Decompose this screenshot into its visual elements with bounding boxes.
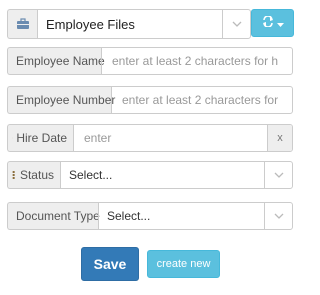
- employee-name-group: Employee Name enter at least 2 character…: [7, 47, 293, 75]
- status-group: Status Select...: [7, 161, 293, 189]
- employee-number-input[interactable]: enter at least 2 characters for: [111, 86, 293, 114]
- save-button[interactable]: Save: [81, 247, 139, 281]
- briefcase-icon: [7, 9, 37, 39]
- chevron-down-icon[interactable]: [222, 10, 250, 38]
- file-type-select[interactable]: Employee Files: [7, 9, 251, 39]
- status-label: Status: [7, 161, 60, 189]
- employee-name-input[interactable]: enter at least 2 characters for h: [101, 47, 293, 75]
- caret-down-icon: [276, 14, 284, 32]
- hire-date-label: Hire Date: [7, 124, 73, 152]
- chevron-down-icon[interactable]: [264, 203, 292, 229]
- document-type-select[interactable]: Select...: [98, 202, 293, 230]
- refresh-dropdown-button[interactable]: [251, 9, 294, 37]
- file-type-value: Employee Files: [46, 16, 135, 32]
- status-select[interactable]: Select...: [60, 161, 293, 189]
- refresh-icon: [262, 14, 274, 32]
- document-type-group: Document Type Select...: [7, 202, 293, 230]
- clear-date-button[interactable]: x: [267, 125, 292, 151]
- hire-date-input[interactable]: enter x: [73, 124, 293, 152]
- employee-name-label: Employee Name: [7, 47, 105, 75]
- chevron-down-icon[interactable]: [264, 162, 292, 188]
- create-new-button[interactable]: create new: [147, 250, 220, 278]
- hire-date-group: Hire Date enter x: [7, 124, 293, 152]
- document-type-label: Document Type: [7, 202, 100, 230]
- employee-number-label: Employee Number: [7, 86, 115, 114]
- grip-icon: [12, 171, 15, 179]
- employee-number-group: Employee Number enter at least 2 charact…: [7, 86, 293, 114]
